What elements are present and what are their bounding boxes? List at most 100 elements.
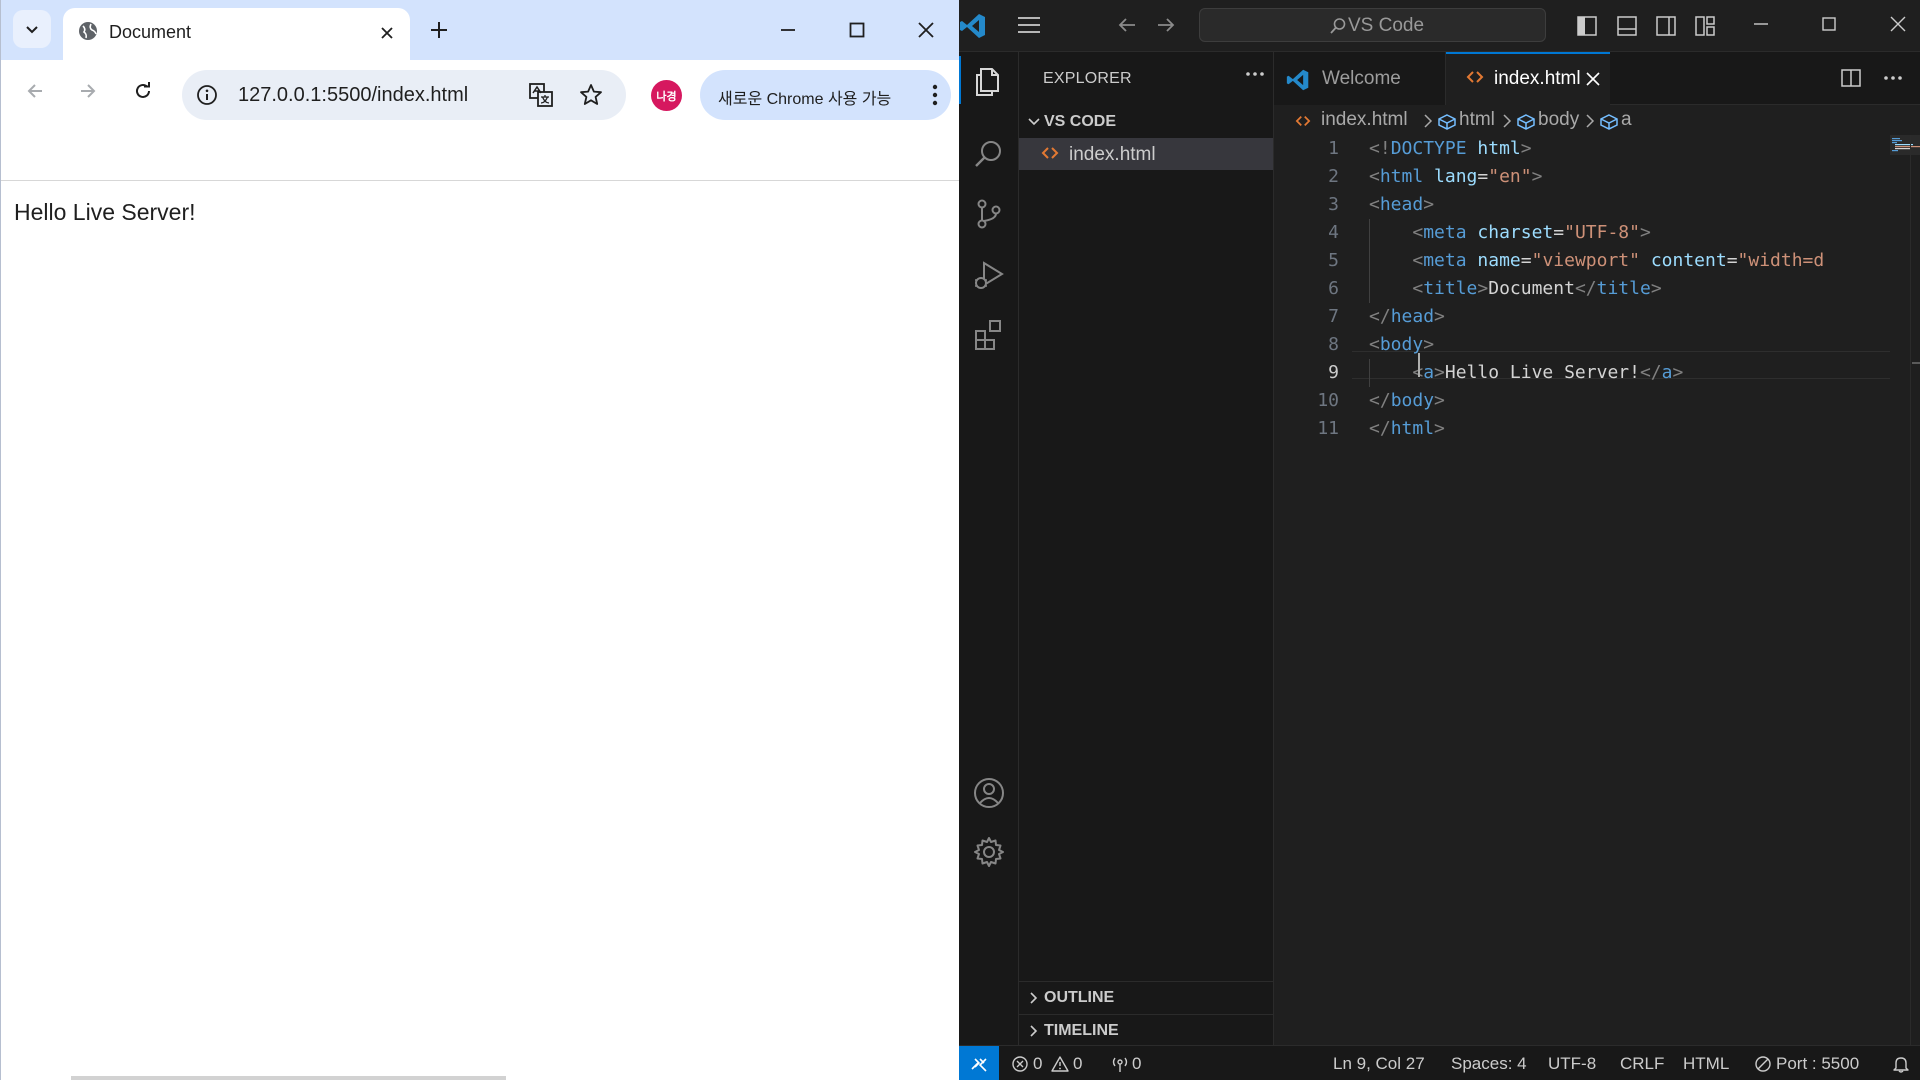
toggle-primary-sidebar-icon[interactable] [1576,15,1598,37]
horizontal-scrollbar[interactable] [71,1076,506,1080]
breadcrumb-item[interactable]: index.html [1321,109,1408,131]
code-line-10: </body> [1369,387,1445,415]
tab-title: Document [109,22,192,42]
close-icon[interactable] [1585,71,1601,87]
code-line-8: <body> [1369,331,1434,359]
cursor-position[interactable]: Ln 9, Col 27 [1333,1054,1425,1074]
bookmark-star-icon[interactable] [578,82,604,108]
address-bar[interactable]: 127.0.0.1:5500/index.html [182,70,626,120]
vertical-scrollbar[interactable] [1910,135,1920,1045]
customize-layout-icon[interactable] [1694,15,1716,37]
more-vertical-icon[interactable] [931,83,939,107]
arrow-left-icon [27,84,42,98]
tab-close-icon[interactable] [376,22,398,44]
code-token: meta [1423,250,1467,271]
timeline-section-header[interactable]: TIMELINE [1019,1016,1274,1046]
ports-count[interactable]: 0 [1132,1054,1141,1074]
symbol-field-icon [1600,114,1618,130]
translate-icon[interactable] [528,82,554,108]
active-view-indicator [959,56,961,104]
tab-welcome[interactable]: Welcome [1274,52,1446,105]
bell-icon[interactable] [1892,1055,1910,1073]
profile-initials: 나경 [656,90,677,103]
code-token: "en" [1488,166,1532,187]
breadcrumb-item[interactable]: a [1621,109,1632,131]
code-token: > [1423,334,1435,355]
close-icon[interactable] [1888,14,1908,34]
source-control-view-button[interactable] [967,192,1011,236]
line-number: 8 [1328,334,1339,355]
close-icon [918,22,934,38]
manage-button[interactable] [967,830,1011,874]
nav-back-icon[interactable] [1116,14,1138,36]
line-number-active: 9 [1328,362,1339,383]
folder-section-header[interactable]: VS CODE [1019,107,1274,137]
indentation[interactable]: Spaces: 4 [1451,1054,1527,1074]
end-of-line[interactable]: CRLF [1620,1054,1664,1074]
code-token: > [1434,362,1445,383]
code-editor[interactable]: 1 2 3 4 5 6 7 8 9 10 11 <!DOCTYPE html> … [1274,135,1920,1045]
forward-button[interactable] [71,74,105,108]
toggle-panel-icon[interactable] [1616,15,1638,37]
minimize-icon[interactable] [1751,14,1771,34]
explorer-view-button[interactable] [967,59,1011,103]
tab-search-button[interactable] [13,10,51,48]
code-token: lang [1434,166,1478,187]
close-window-button[interactable] [904,12,948,48]
site-info-icon[interactable] [196,84,218,106]
extensions-view-button[interactable] [967,312,1011,356]
toggle-secondary-sidebar-icon[interactable] [1655,15,1677,37]
section-divider [1019,981,1274,982]
chrome-update-button[interactable]: 새로운 Chrome 사용 가능 [700,70,951,120]
arrow-right-icon [81,84,96,98]
encoding[interactable]: UTF-8 [1548,1054,1596,1074]
breadcrumb-item[interactable]: body [1538,109,1579,131]
warning-count[interactable]: 0 [1073,1054,1082,1074]
breadcrumb-item[interactable]: html [1459,109,1495,131]
maximize-button[interactable] [835,12,879,48]
profile-avatar[interactable]: 나경 [651,80,682,111]
accounts-button[interactable] [967,771,1011,815]
reload-icon [136,82,150,98]
more-horizontal-icon[interactable] [1245,70,1265,78]
url-text[interactable]: 127.0.0.1:5500/index.html [238,84,468,107]
code-line-1: <!DOCTYPE html> [1369,135,1532,163]
page-viewport: Hello Live Server! [1,181,961,1080]
language-mode[interactable]: HTML [1683,1054,1729,1074]
html-file-icon [1041,147,1059,159]
error-count[interactable]: 0 [1033,1054,1042,1074]
outline-section-header[interactable]: OUTLINE [1019,983,1274,1013]
command-center[interactable]: VS Code [1199,8,1546,42]
run-debug-view-button[interactable] [967,253,1011,297]
code-line-11: </html> [1369,415,1445,443]
maximize-icon[interactable] [1819,14,1839,34]
code-token: content [1650,250,1727,271]
code-token: > [1672,362,1684,383]
search-view-button[interactable] [967,132,1011,176]
code-token: </ [1574,278,1597,299]
code-token: </ [1639,362,1662,383]
code-token: = [1726,250,1738,271]
split-editor-icon[interactable] [1840,67,1862,89]
code-token: < [1369,166,1380,187]
reload-button[interactable] [126,74,160,108]
code-token: "viewport" [1531,250,1640,271]
command-center-label: VS Code [1348,15,1425,36]
file-item-index-html[interactable]: index.html [1019,138,1273,170]
more-horizontal-icon[interactable] [1882,67,1904,89]
back-button[interactable] [18,74,52,108]
symbol-field-icon [1517,114,1535,130]
live-server-status[interactable]: Port : 5500 [1776,1054,1859,1074]
maximize-icon [849,22,865,38]
nav-forward-icon[interactable] [1155,14,1177,36]
new-tab-button[interactable] [425,16,453,44]
remote-indicator[interactable] [959,1046,999,1080]
tab-index-html[interactable]: index.html [1446,52,1610,106]
minimize-button[interactable] [766,12,810,48]
menu-icon[interactable] [1016,14,1042,36]
text-cursor [1418,353,1420,377]
browser-tab[interactable]: Document [63,8,410,60]
error-icon [1012,1056,1028,1072]
account-icon [974,778,1004,808]
code-token: html [1390,418,1435,439]
